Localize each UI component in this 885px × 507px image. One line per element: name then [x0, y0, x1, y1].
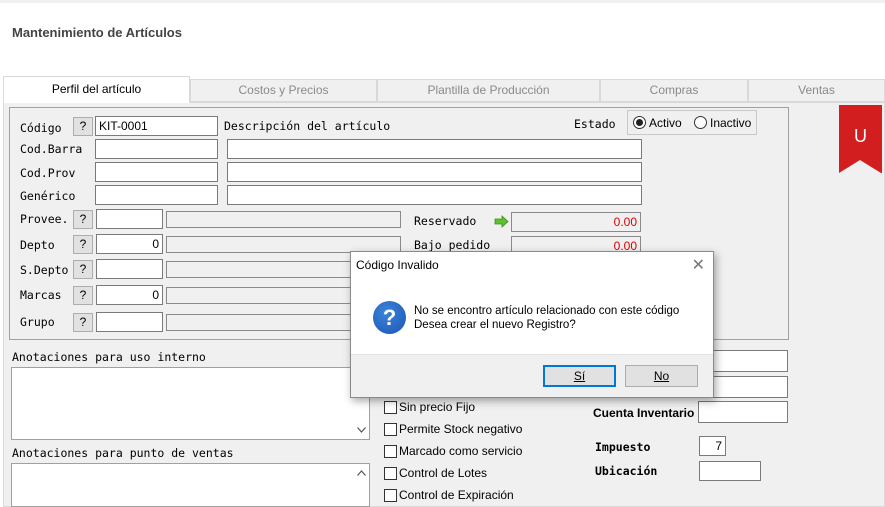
inactivo-label: Inactivo [710, 116, 752, 130]
stock-negativo-checkbox[interactable] [384, 423, 397, 436]
sdepto-label: S.Depto [20, 263, 69, 277]
descripcion-input[interactable] [227, 139, 642, 159]
provee-name-field [166, 211, 401, 228]
tab-costos-precios[interactable]: Costos y Precios [190, 79, 377, 102]
close-icon[interactable]: ✕ [692, 255, 705, 275]
tab-plantilla-produccion[interactable]: Plantilla de Producción [377, 79, 600, 102]
pos-notes-textarea[interactable] [11, 463, 370, 507]
reservado-label: Reservado [414, 214, 477, 228]
servicio-checkbox[interactable] [384, 445, 397, 458]
ubicacion-input[interactable] [699, 461, 761, 481]
descripcion-3-input[interactable] [227, 185, 642, 205]
dialog-title: Código Invalido [356, 258, 439, 272]
sin-precio-fijo-checkbox[interactable] [384, 401, 397, 414]
grupo-help-button[interactable]: ? [73, 313, 93, 332]
marcas-help-button[interactable]: ? [73, 286, 93, 305]
chevron-down-icon[interactable] [357, 427, 366, 433]
grupo-label: Grupo [20, 315, 55, 329]
top-bar [0, 0, 885, 3]
dialog-message-line2: Desea crear el nuevo Registro? [414, 319, 576, 331]
invalid-code-dialog: Código Invalido ✕ ? No se encontro artíc… [350, 251, 714, 398]
marcas-label: Marcas [20, 288, 62, 302]
control-expiracion-checkbox[interactable] [384, 489, 397, 502]
tab-strip: Perfil del artículo Costos y Precios Pla… [3, 76, 885, 103]
activo-radio[interactable] [633, 116, 646, 129]
dialog-message-line1: No se encontro artículo relacionado con … [414, 305, 680, 317]
cuenta-inventario-label: Cuenta Inventario [593, 406, 695, 420]
internal-notes-label: Anotaciones para uso interno [12, 350, 206, 364]
control-expiracion-label: Control de Expiración [399, 488, 514, 502]
codbarra-label: Cod.Barra [20, 142, 83, 156]
depto-label: Depto [20, 238, 55, 252]
provee-input[interactable] [96, 209, 163, 229]
provee-label: Provee. [20, 212, 69, 226]
tab-perfil[interactable]: Perfil del artículo [3, 76, 190, 103]
question-icon: ? [373, 301, 406, 334]
internal-notes-textarea[interactable] [11, 367, 370, 440]
sdepto-input[interactable] [96, 259, 163, 279]
ribbon-notch [839, 160, 881, 173]
no-button[interactable]: No [625, 365, 698, 387]
control-lotes-label: Control de Lotes [399, 466, 488, 480]
no-button-label: No [653, 369, 670, 383]
codigo-label: Código [20, 121, 62, 135]
codprov-input[interactable] [95, 162, 218, 182]
stock-negativo-label: Permite Stock negativo [399, 422, 523, 436]
ubicacion-label: Ubicación [595, 464, 658, 478]
sin-precio-fijo-label: Sin precio Fijo [399, 400, 476, 414]
marcas-input[interactable]: 0 [96, 285, 163, 305]
tab-compras[interactable]: Compras [600, 79, 748, 102]
impuesto-label: Impuesto [595, 440, 651, 454]
inactivo-radio[interactable] [694, 116, 707, 129]
servicio-label: Marcado como servicio [399, 444, 523, 458]
yes-button-label: Sí [573, 369, 586, 383]
page-title: Mantenimiento de Artículos [12, 25, 182, 40]
provee-help-button[interactable]: ? [73, 210, 93, 229]
depto-input[interactable]: 0 [96, 234, 163, 254]
codigo-help-button[interactable]: ? [73, 117, 93, 136]
descripcion-2-input[interactable] [227, 162, 642, 182]
generico-label: Genérico [20, 189, 76, 203]
grupo-input[interactable] [96, 312, 163, 332]
codigo-input[interactable]: KIT-0001 [95, 116, 218, 136]
ribbon-letter: U [854, 126, 867, 146]
chevron-up-icon[interactable] [357, 470, 366, 476]
pos-notes-label: Anotaciones para punto de ventas [12, 446, 234, 460]
dialog-footer: Sí No [351, 354, 713, 397]
impuesto-input[interactable]: 7 [699, 436, 726, 456]
tab-ventas[interactable]: Ventas [748, 79, 885, 102]
sdepto-help-button[interactable]: ? [73, 260, 93, 279]
yes-button[interactable]: Sí [543, 365, 616, 387]
estado-label: Estado [574, 117, 616, 131]
descripcion-label: Descripción del artículo [224, 119, 391, 133]
generico-input[interactable] [95, 185, 218, 205]
reservado-field: 0.00 [511, 212, 641, 232]
codprov-label: Cod.Prov [20, 166, 76, 180]
depto-help-button[interactable]: ? [73, 235, 93, 254]
control-lotes-checkbox[interactable] [384, 467, 397, 480]
activo-label: Activo [649, 116, 682, 130]
codbarra-input[interactable] [95, 139, 218, 159]
cuenta-inventario-input[interactable] [698, 401, 788, 423]
green-arrow-icon[interactable] [494, 215, 509, 228]
bajo-pedido-label: Bajo pedido [414, 238, 491, 252]
